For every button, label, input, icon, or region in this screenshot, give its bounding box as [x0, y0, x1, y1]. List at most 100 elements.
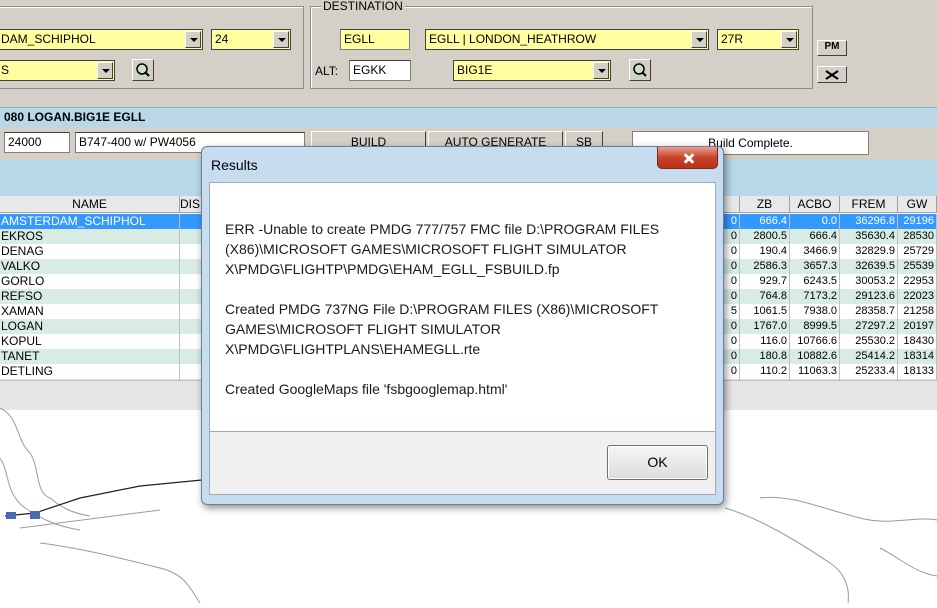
cell-gw: 29196: [898, 214, 937, 229]
dialog-body: ERR -Unable to create PMDG 777/757 FMC f…: [209, 182, 716, 432]
cell-gw: 22023: [898, 289, 937, 304]
col-header-zb[interactable]: ZB: [740, 196, 790, 213]
top-panel: DAM_SCHIPHOL 24 S DESTINATION EGLL EGLL …: [0, 0, 937, 110]
dialog-title: Results: [211, 157, 258, 173]
cell-zb: 2800.5: [740, 229, 790, 244]
close-icon: [825, 70, 839, 80]
magnifier-icon: [633, 63, 647, 77]
destination-runway-combo[interactable]: 27R: [717, 29, 799, 50]
chevron-down-icon[interactable]: [273, 31, 289, 48]
origin-airport-value: DAM_SCHIPHOL: [1, 32, 96, 46]
cell-acbo: 666.4: [790, 229, 840, 244]
destination-airport-combo[interactable]: EGLL | LONDON_HEATHROW: [425, 29, 709, 50]
close-icon[interactable]: [657, 147, 718, 169]
destination-star-value: BIG1E: [457, 63, 493, 77]
cell-name: GORLO: [0, 274, 180, 289]
magnifier-icon: [136, 63, 150, 77]
chevron-down-icon[interactable]: [97, 62, 113, 79]
cell-name: VALKO: [0, 259, 180, 274]
cell-pre: 0: [724, 259, 740, 274]
chevron-down-icon[interactable]: [781, 31, 797, 48]
origin-search-button[interactable]: [132, 59, 154, 81]
cell-acbo: 10882.6: [790, 349, 840, 364]
cell-gw: 28530: [898, 229, 937, 244]
col-header-acbo[interactable]: ACBO: [790, 196, 840, 213]
cell-pre: 0: [724, 349, 740, 364]
cell-acbo: 8999.5: [790, 319, 840, 334]
origin-runway-combo[interactable]: 24: [211, 29, 291, 50]
cell-pre: 0: [724, 319, 740, 334]
destination-icao-field[interactable]: EGLL: [340, 29, 410, 50]
destination-runway-value: 27R: [721, 32, 744, 46]
cell-zb: 116.0: [740, 334, 790, 349]
cell-frem: 32829.9: [840, 244, 898, 259]
cell-name: EKROS: [0, 229, 180, 244]
cell-acbo: 10766.6: [790, 334, 840, 349]
cell-zb: 666.4: [740, 214, 790, 229]
cell-zb: 2586.3: [740, 259, 790, 274]
alternate-icao-field[interactable]: EGKK: [349, 60, 411, 81]
alt-label: ALT:: [315, 64, 339, 78]
cell-pre: 0: [724, 244, 740, 259]
message-googlemaps-line: Created GoogleMaps file 'fsbgooglemap.ht…: [225, 381, 508, 397]
cell-name: REFSO: [0, 289, 180, 304]
cell-name: TANET: [0, 349, 180, 364]
ok-button[interactable]: OK: [607, 445, 708, 480]
cell-frem: 29123.6: [840, 289, 898, 304]
cell-zb: 929.7: [740, 274, 790, 289]
destination-airport-value: EGLL | LONDON_HEATHROW: [429, 32, 597, 46]
pm-button[interactable]: PM: [817, 40, 847, 56]
message-pmdg737-line: Created PMDG 737NG File D:\PROGRAM FILES…: [225, 301, 659, 357]
cell-frem: 35630.4: [840, 229, 898, 244]
origin-airport-combo[interactable]: DAM_SCHIPHOL: [0, 29, 203, 50]
cell-frem: 28358.7: [840, 304, 898, 319]
cell-acbo: 11063.3: [790, 364, 840, 379]
route-string-bar: 080 LOGAN.BIG1E EGLL: [0, 107, 937, 127]
cell-name: KOPUL: [0, 334, 180, 349]
cell-pre: 0: [724, 214, 740, 229]
cell-gw: 25539: [898, 259, 937, 274]
dialog-footer: OK: [209, 432, 716, 495]
cruise-altitude-field[interactable]: 24000: [4, 132, 70, 153]
cell-gw: 22953: [898, 274, 937, 289]
origin-runway-value: 24: [215, 32, 229, 46]
clear-button[interactable]: [817, 66, 847, 83]
cell-name: AMSTERDAM_SCHIPHOL: [0, 214, 180, 229]
cell-pre: 0: [724, 364, 740, 379]
message-error-line: ERR -Unable to create PMDG 777/757 FMC f…: [225, 221, 660, 277]
cell-name: XAMAN: [0, 304, 180, 319]
cell-zb: 1061.5: [740, 304, 790, 319]
results-dialog: Results ERR -Unable to create PMDG 777/7…: [201, 146, 724, 505]
chevron-down-icon[interactable]: [691, 31, 707, 48]
origin-sid-value: S: [1, 63, 10, 77]
col-header-frem[interactable]: FREM: [840, 196, 898, 213]
destination-group: DESTINATION EGLL EGLL | LONDON_HEATHROW …: [310, 0, 813, 89]
cell-frem: 25530.2: [840, 334, 898, 349]
map-waypoint-icon[interactable]: [6, 511, 40, 519]
dialog-message: ERR -Unable to create PMDG 777/757 FMC f…: [225, 219, 703, 419]
cell-frem: 30053.2: [840, 274, 898, 289]
cell-frem: 27297.2: [840, 319, 898, 334]
origin-sid-combo[interactable]: S: [0, 60, 115, 81]
chevron-down-icon[interactable]: [593, 62, 609, 79]
chevron-down-icon[interactable]: [185, 31, 201, 48]
destination-star-combo[interactable]: BIG1E: [453, 60, 611, 81]
cell-gw: 18430: [898, 334, 937, 349]
cell-acbo: 3657.3: [790, 259, 840, 274]
col-header-gw[interactable]: GW: [898, 196, 937, 213]
cell-pre: 0: [724, 274, 740, 289]
cell-frem: 32639.5: [840, 259, 898, 274]
col-header-name[interactable]: NAME: [0, 196, 180, 213]
cell-zb: 1767.0: [740, 319, 790, 334]
destination-search-button[interactable]: [629, 59, 651, 81]
cell-acbo: 3466.9: [790, 244, 840, 259]
cell-acbo: 7938.0: [790, 304, 840, 319]
cell-zb: 190.4: [740, 244, 790, 259]
cell-acbo: 0.0: [790, 214, 840, 229]
cell-zb: 110.2: [740, 364, 790, 379]
cell-gw: 18314: [898, 349, 937, 364]
cell-frem: 25414.2: [840, 349, 898, 364]
cell-name: LOGAN: [0, 319, 180, 334]
cell-acbo: 7173.2: [790, 289, 840, 304]
origin-group: DAM_SCHIPHOL 24 S: [0, 6, 304, 89]
